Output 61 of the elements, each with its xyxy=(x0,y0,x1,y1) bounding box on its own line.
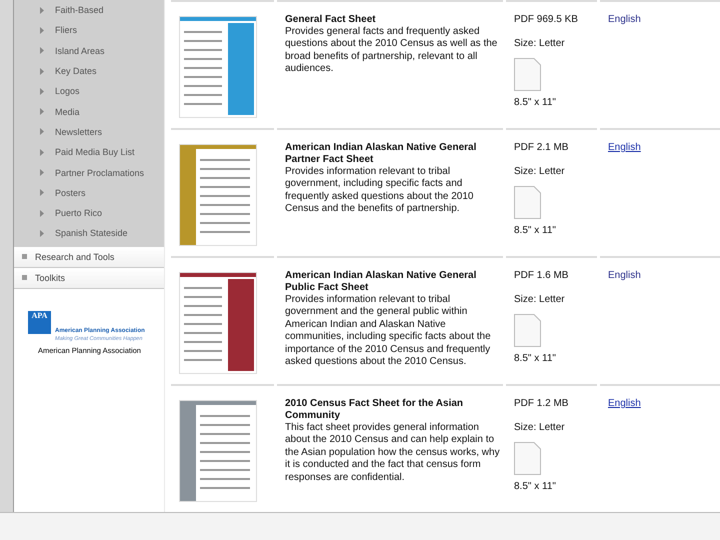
triangle-icon xyxy=(40,148,44,156)
menu-item[interactable]: Research and Tools xyxy=(14,246,164,268)
bullet-icon xyxy=(22,254,27,260)
document-title: American Indian Alaskan Native General Partner Fact Sheet xyxy=(285,142,478,166)
paper-size: Size: Letter xyxy=(514,294,566,306)
document-description: Provides general facts and frequently asked questions about the 2010 Census as well as the broad benefits of partnership, relevant to all audiences. xyxy=(285,26,498,76)
file-size: PDF 969.5 KB xyxy=(514,14,579,26)
logo-mark: APA xyxy=(28,310,51,334)
triangle-icon xyxy=(40,128,44,136)
triangle-icon xyxy=(40,6,44,14)
submenu-item[interactable]: Partner Proclamations xyxy=(14,162,164,183)
submenu-item[interactable]: Logos xyxy=(14,81,164,102)
page-dimensions: 8.5" x 11" xyxy=(514,481,557,493)
triangle-icon xyxy=(40,210,44,217)
document-title: General Fact Sheet xyxy=(285,14,377,26)
language-link[interactable]: English xyxy=(608,398,641,410)
language-link[interactable]: English xyxy=(608,270,641,282)
document-description: Provides information relevant to tribal government and the general public within American Indian and Alaskan Native communities, including specific facts about the importance of the 2010 Census and frequently asked questions about the 2010 Census. xyxy=(285,294,492,368)
document-description: This fact sheet provides general information about the 2010 Census and can help explain to the Asian population how the census works, why it is conducted and the fact that census form responses are confidential. xyxy=(285,422,501,484)
page-dimensions: 8.5" x 11" xyxy=(514,97,557,109)
document-description: Provides information relevant to tribal government, including specific facts and frequently asked questions about the 2010 Census and the benefits of partnership. xyxy=(285,166,474,216)
paper-size: Size: Letter xyxy=(514,422,566,434)
bullet-icon xyxy=(22,275,27,280)
file-size: PDF 1.2 MB xyxy=(514,398,570,410)
page-dimensions: 8.5" x 11" xyxy=(514,225,557,237)
submenu-item[interactable]: Newsletters xyxy=(14,122,164,142)
file-icon xyxy=(514,442,541,475)
submenu-item[interactable]: Media xyxy=(14,101,164,122)
file-size: PDF 1.6 MB xyxy=(514,270,570,282)
file-icon xyxy=(514,186,541,219)
paper-size: Size: Letter xyxy=(514,166,566,178)
submenu-item[interactable]: Fliers xyxy=(14,20,164,41)
triangle-icon xyxy=(40,169,44,176)
submenu-item[interactable]: Puerto Rico xyxy=(14,202,164,224)
paper-size: Size: Letter xyxy=(514,38,566,50)
document-thumbnail[interactable] xyxy=(179,272,257,374)
document-title: American Indian Alaskan Native General Public Fact Sheet xyxy=(285,270,478,294)
file-icon xyxy=(514,58,541,91)
submenu-item[interactable]: Key Dates xyxy=(14,60,164,82)
file-size: PDF 2.1 MB xyxy=(514,142,570,154)
triangle-icon xyxy=(40,88,44,95)
submenu-item[interactable]: Posters xyxy=(14,182,164,203)
language-link[interactable]: English xyxy=(608,142,641,154)
document-thumbnail[interactable] xyxy=(179,400,257,502)
page-dimensions: 8.5" x 11" xyxy=(514,353,557,365)
triangle-icon xyxy=(40,68,44,75)
language-link[interactable]: English xyxy=(608,14,641,26)
triangle-icon xyxy=(40,26,44,34)
submenu-item[interactable]: Island Areas xyxy=(14,40,164,61)
triangle-icon xyxy=(40,230,44,237)
submenu-item[interactable]: Spanish Stateside xyxy=(14,223,164,244)
triangle-icon xyxy=(40,47,44,54)
file-icon xyxy=(514,314,541,347)
triangle-icon xyxy=(40,189,44,196)
document-thumbnail[interactable] xyxy=(179,16,257,118)
document-title: 2010 Census Fact Sheet for the Asian Community xyxy=(285,398,464,422)
submenu-item[interactable]: Paid Media Buy List xyxy=(14,142,164,162)
submenu-item[interactable]: Faith-Based xyxy=(14,0,164,20)
menu-item[interactable]: Toolkits xyxy=(14,268,164,289)
triangle-icon xyxy=(40,108,44,116)
document-thumbnail[interactable] xyxy=(179,144,257,246)
